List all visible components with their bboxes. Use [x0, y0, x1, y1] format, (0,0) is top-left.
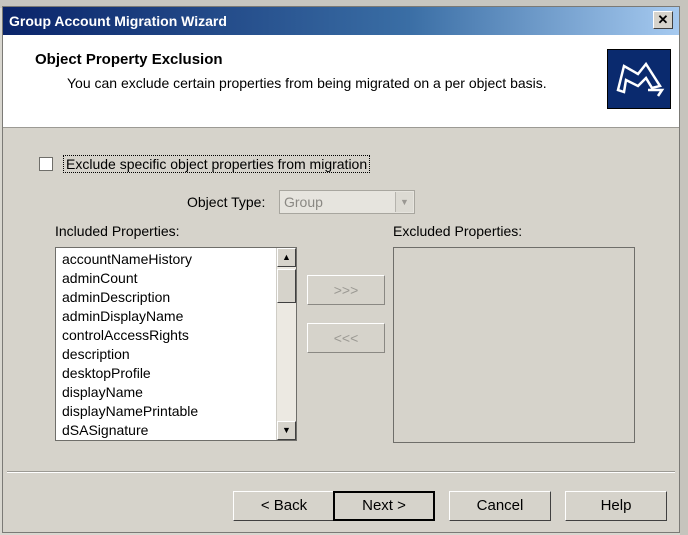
chevron-down-icon[interactable]: ▼	[395, 192, 413, 212]
object-type-label: Object Type:	[187, 194, 266, 210]
list-item[interactable]: accountNameHistory	[62, 250, 192, 269]
excluded-properties-list[interactable]	[393, 247, 635, 443]
excluded-properties-label: Excluded Properties:	[393, 223, 523, 239]
back-button[interactable]: < Back	[233, 491, 335, 521]
scroll-thumb[interactable]	[277, 269, 296, 303]
scroll-down-icon[interactable]: ▼	[277, 421, 296, 440]
remove-from-excluded-button[interactable]: <<<	[307, 323, 385, 353]
background-window-edge	[680, 0, 688, 535]
wizard-dialog: Group Account Migration Wizard ✕ Object …	[2, 6, 680, 533]
object-type-select[interactable]: Group ▼	[279, 190, 415, 214]
window-title: Group Account Migration Wizard	[9, 13, 227, 29]
list-item[interactable]: adminDescription	[62, 288, 170, 307]
help-button[interactable]: Help	[565, 491, 667, 521]
exclude-properties-checkbox[interactable]	[39, 157, 53, 171]
footer-divider	[7, 471, 675, 473]
list-item[interactable]: desktopProfile	[62, 364, 151, 383]
list-item[interactable]: displayName	[62, 383, 143, 402]
cancel-button[interactable]: Cancel	[449, 491, 551, 521]
list-item[interactable]: adminCount	[62, 269, 138, 288]
included-list-scrollbar[interactable]: ▲ ▼	[276, 248, 296, 440]
list-item[interactable]: description	[62, 345, 130, 364]
included-properties-list[interactable]: accountNameHistory adminCount adminDescr…	[55, 247, 297, 441]
included-properties-label: Included Properties:	[55, 223, 180, 239]
add-to-excluded-button[interactable]: >>>	[307, 275, 385, 305]
page-title: Object Property Exclusion	[35, 51, 223, 68]
close-button[interactable]: ✕	[653, 11, 673, 29]
list-item[interactable]: adminDisplayName	[62, 307, 183, 326]
exclude-properties-label[interactable]: Exclude specific object properties from …	[63, 155, 371, 173]
title-bar[interactable]: Group Account Migration Wizard ✕	[3, 7, 679, 35]
page-subtitle: You can exclude certain properties from …	[67, 75, 547, 91]
list-item[interactable]: dSASignature	[62, 421, 148, 440]
wizard-header: Object Property Exclusion You can exclud…	[3, 35, 679, 128]
object-type-value: Group	[284, 194, 323, 210]
close-icon: ✕	[657, 12, 669, 27]
wizard-arrow-icon	[607, 49, 671, 109]
list-item[interactable]: controlAccessRights	[62, 326, 189, 345]
scroll-up-icon[interactable]: ▲	[277, 248, 296, 267]
next-button[interactable]: Next >	[333, 491, 435, 521]
list-item[interactable]: displayNamePrintable	[62, 402, 198, 421]
